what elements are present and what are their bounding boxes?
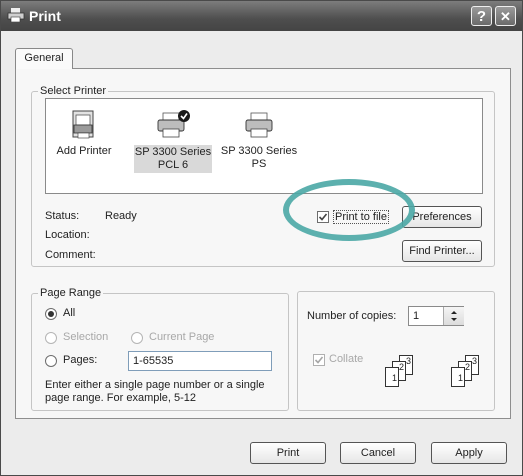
printer-label: PS (251, 158, 267, 170)
status-label: Status: (45, 210, 80, 222)
title-bar[interactable]: Print ? ✕ (1, 1, 522, 31)
copies-spinner[interactable] (443, 307, 464, 325)
apply-button[interactable]: Apply (431, 442, 507, 464)
highlight-ring (283, 179, 415, 241)
spinner-arrows-icon (451, 311, 457, 321)
status-value: Ready (105, 210, 137, 222)
location-label: Location: (45, 229, 90, 241)
print-dialog: Print ? ✕ General Select Printer Add Pri… (0, 0, 523, 476)
collate-label: Collate (329, 353, 364, 365)
close-button[interactable]: ✕ (495, 6, 516, 26)
printer-item-sp3300-ps[interactable]: SP 3300 Series PS (216, 109, 302, 171)
radio-pages[interactable] (45, 355, 57, 367)
radio-all-label: All (63, 307, 76, 319)
printer-label: Add Printer (56, 145, 112, 157)
comment-label: Comment: (45, 249, 96, 261)
find-printer-button[interactable]: Find Printer... (402, 240, 482, 262)
window-title: Print (29, 8, 61, 24)
radio-dot (48, 311, 54, 317)
radio-all[interactable] (45, 308, 57, 320)
page-range-legend: Page Range (40, 287, 102, 299)
select-printer-legend: Select Printer (40, 85, 107, 97)
printer-item-sp3300-pcl6[interactable]: SP 3300 Series PCL 6 (130, 109, 216, 173)
printer-icon (245, 112, 273, 138)
number-of-copies-label: Number of copies: (307, 310, 397, 322)
default-printer-icon (157, 110, 190, 138)
pages-input[interactable]: 1-65535 (128, 351, 272, 371)
add-printer-icon (72, 110, 94, 139)
printer-list[interactable]: Add Printer SP 3300 Series PCL 6 SP 3300… (45, 98, 483, 194)
copies-group (297, 291, 495, 411)
tab-general[interactable]: General (15, 48, 73, 69)
radio-current-page-label: Current Page (149, 331, 215, 343)
printer-label-selected: SP 3300 Series PCL 6 (133, 145, 213, 173)
radio-current-page[interactable] (131, 332, 143, 344)
help-button[interactable]: ? (471, 6, 492, 26)
radio-selection-label: Selection (63, 331, 109, 343)
collate-checkbox[interactable] (313, 354, 325, 366)
printer-label: SP 3300 Series (220, 145, 298, 157)
print-button[interactable]: Print (250, 442, 326, 464)
page-range-hint-line2: page range. For example, 5-12 (45, 392, 197, 404)
radio-selection[interactable] (45, 332, 57, 344)
page-range-hint-line1: Enter either a single page number or a s… (45, 379, 265, 391)
checkmark-icon (314, 356, 324, 364)
printer-item-add[interactable]: Add Printer (54, 109, 114, 158)
page-1: 1 (451, 367, 465, 387)
printer-icon (7, 8, 25, 22)
page-1: 1 (385, 367, 399, 387)
radio-pages-label: Pages: (63, 354, 98, 366)
cancel-button[interactable]: Cancel (340, 442, 416, 464)
